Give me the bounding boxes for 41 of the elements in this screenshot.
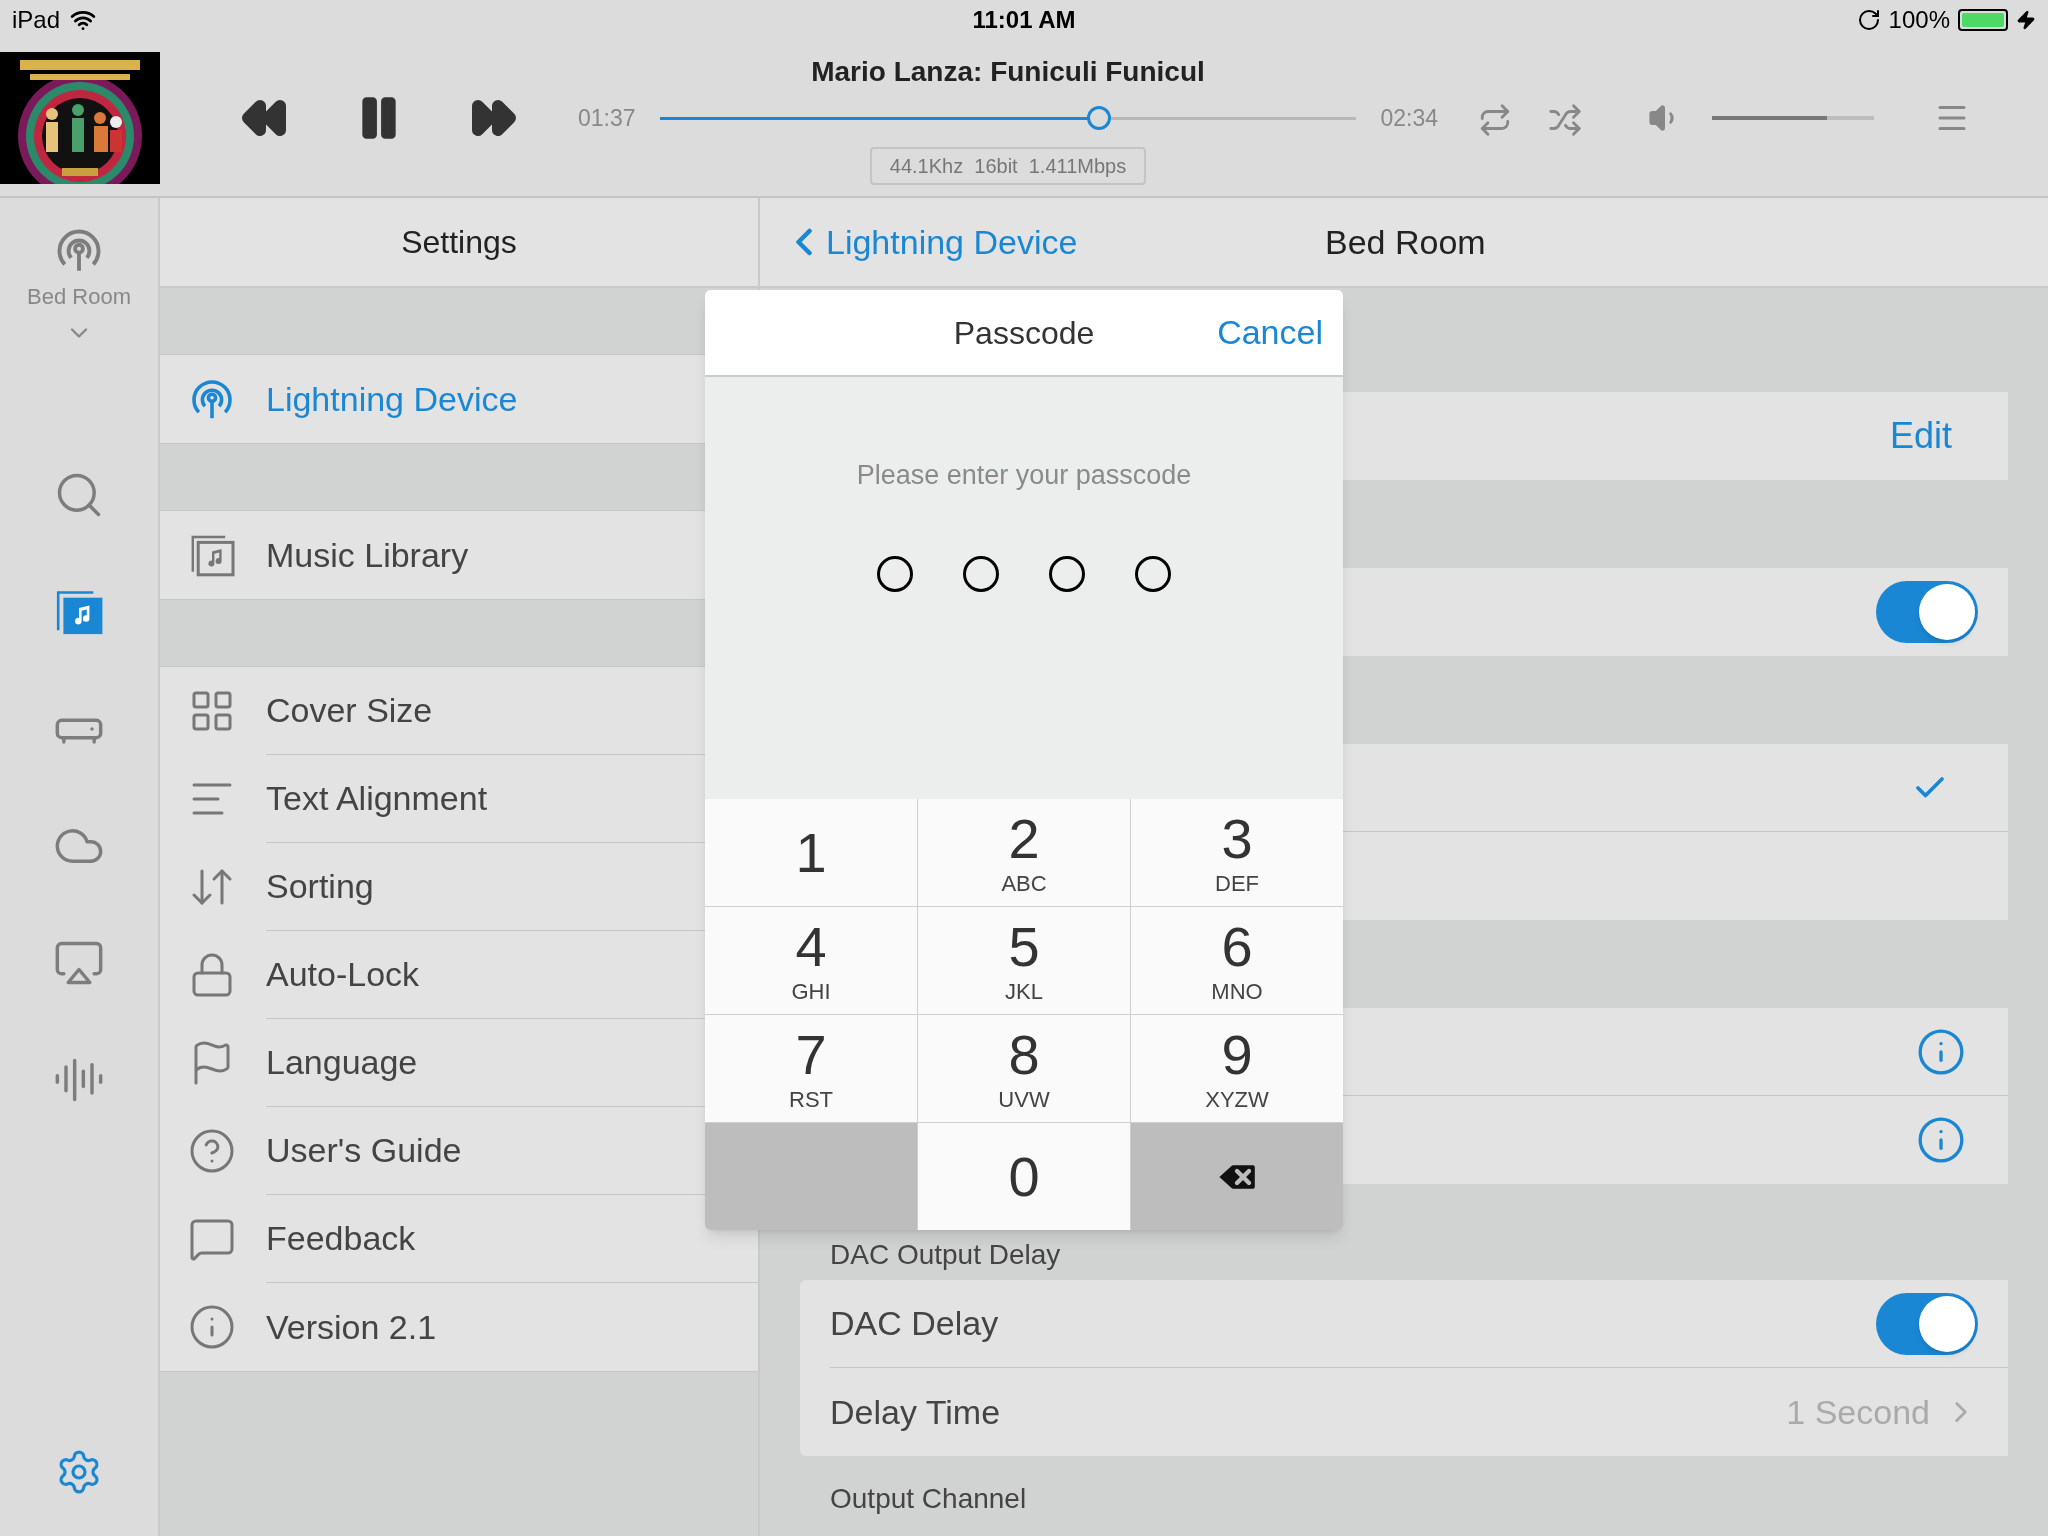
section-header: Output Channel [829,1482,1027,1516]
info-icon [188,1303,236,1351]
row-value: 1 Second [1786,1391,1930,1433]
passcode-prompt: Please enter your passcode [856,459,1192,492]
keypad-key[interactable]: 1 [705,799,917,906]
battery-icon [1958,9,2008,31]
keypad-key[interactable]: 3 DEF [1131,799,1343,906]
elapsed-time: 01:37 [578,103,636,133]
audio-format-badge: 44.1Khz 16bit 1.411Mbps [869,147,1147,186]
total-time: 02:34 [1380,103,1438,133]
clock: 11:01 AM [972,5,1076,35]
keypad-key[interactable]: 6 MNO [1131,907,1343,1014]
charging-icon [2016,10,2036,30]
keypad-key[interactable]: 9 XYZW [1131,1015,1343,1122]
keypad-key[interactable]: 8 UVW [918,1015,1130,1122]
row-label: Delay Time [830,1391,1001,1433]
cancel-button[interactable]: Cancel [1217,307,1323,358]
keypad-key[interactable]: 5 JKL [918,907,1130,1014]
keypad-key[interactable]: 4 GHI [705,907,917,1014]
keypad-key[interactable]: 7 RST [705,1015,917,1122]
delete-key[interactable] [1131,1123,1343,1230]
keypad-key[interactable]: 2 ABC [918,799,1130,906]
track-title: Mario Lanza: Funiculi Funicul [811,54,1205,89]
progress-thumb[interactable] [1086,105,1111,130]
help-icon [188,1127,236,1175]
volume-track[interactable] [1712,116,1874,120]
settings-title: Settings [401,223,517,262]
rotation-lock-icon [1856,8,1881,32]
repeat-icon[interactable] [1478,103,1512,137]
settings-row-label: Lightning Device [266,378,519,420]
info-icon[interactable] [1916,1115,1966,1165]
keypad-key[interactable]: 0 [918,1123,1130,1230]
battery-percent: 100% [1888,5,1950,35]
section-header: DAC Output Delay [829,1238,1061,1272]
settings-row-label: Version 2.1 [266,1306,438,1348]
row-label: DAC Delay [830,1303,999,1344]
dialog-title: Passcode [953,313,1095,353]
detail-title: Bed Room [1325,221,1486,263]
shuffle-icon[interactable] [1548,103,1582,137]
settings-row-label: Music Library [266,534,470,576]
device-name: iPad [12,5,61,35]
